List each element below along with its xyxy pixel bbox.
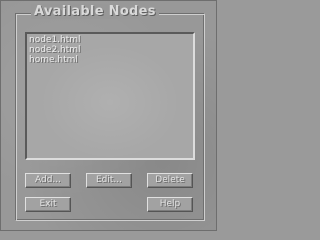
exit-button[interactable]: Exit	[25, 197, 71, 212]
add-button[interactable]: Add...	[25, 173, 71, 188]
groupbox-title: Available Nodes	[31, 4, 159, 19]
edit-button[interactable]: Edit...	[86, 173, 132, 188]
list-item-node1[interactable]: node1.html	[29, 35, 81, 45]
list-item-home[interactable]: home.html	[29, 55, 78, 65]
nodes-listbox[interactable]: node1.html node2.html home.html	[25, 32, 195, 160]
list-item-node2[interactable]: node2.html	[29, 45, 81, 55]
available-nodes-dialog: Available Nodes node1.html node2.html ho…	[0, 0, 217, 231]
delete-button[interactable]: Delete	[147, 173, 193, 188]
help-button[interactable]: Help	[147, 197, 193, 212]
